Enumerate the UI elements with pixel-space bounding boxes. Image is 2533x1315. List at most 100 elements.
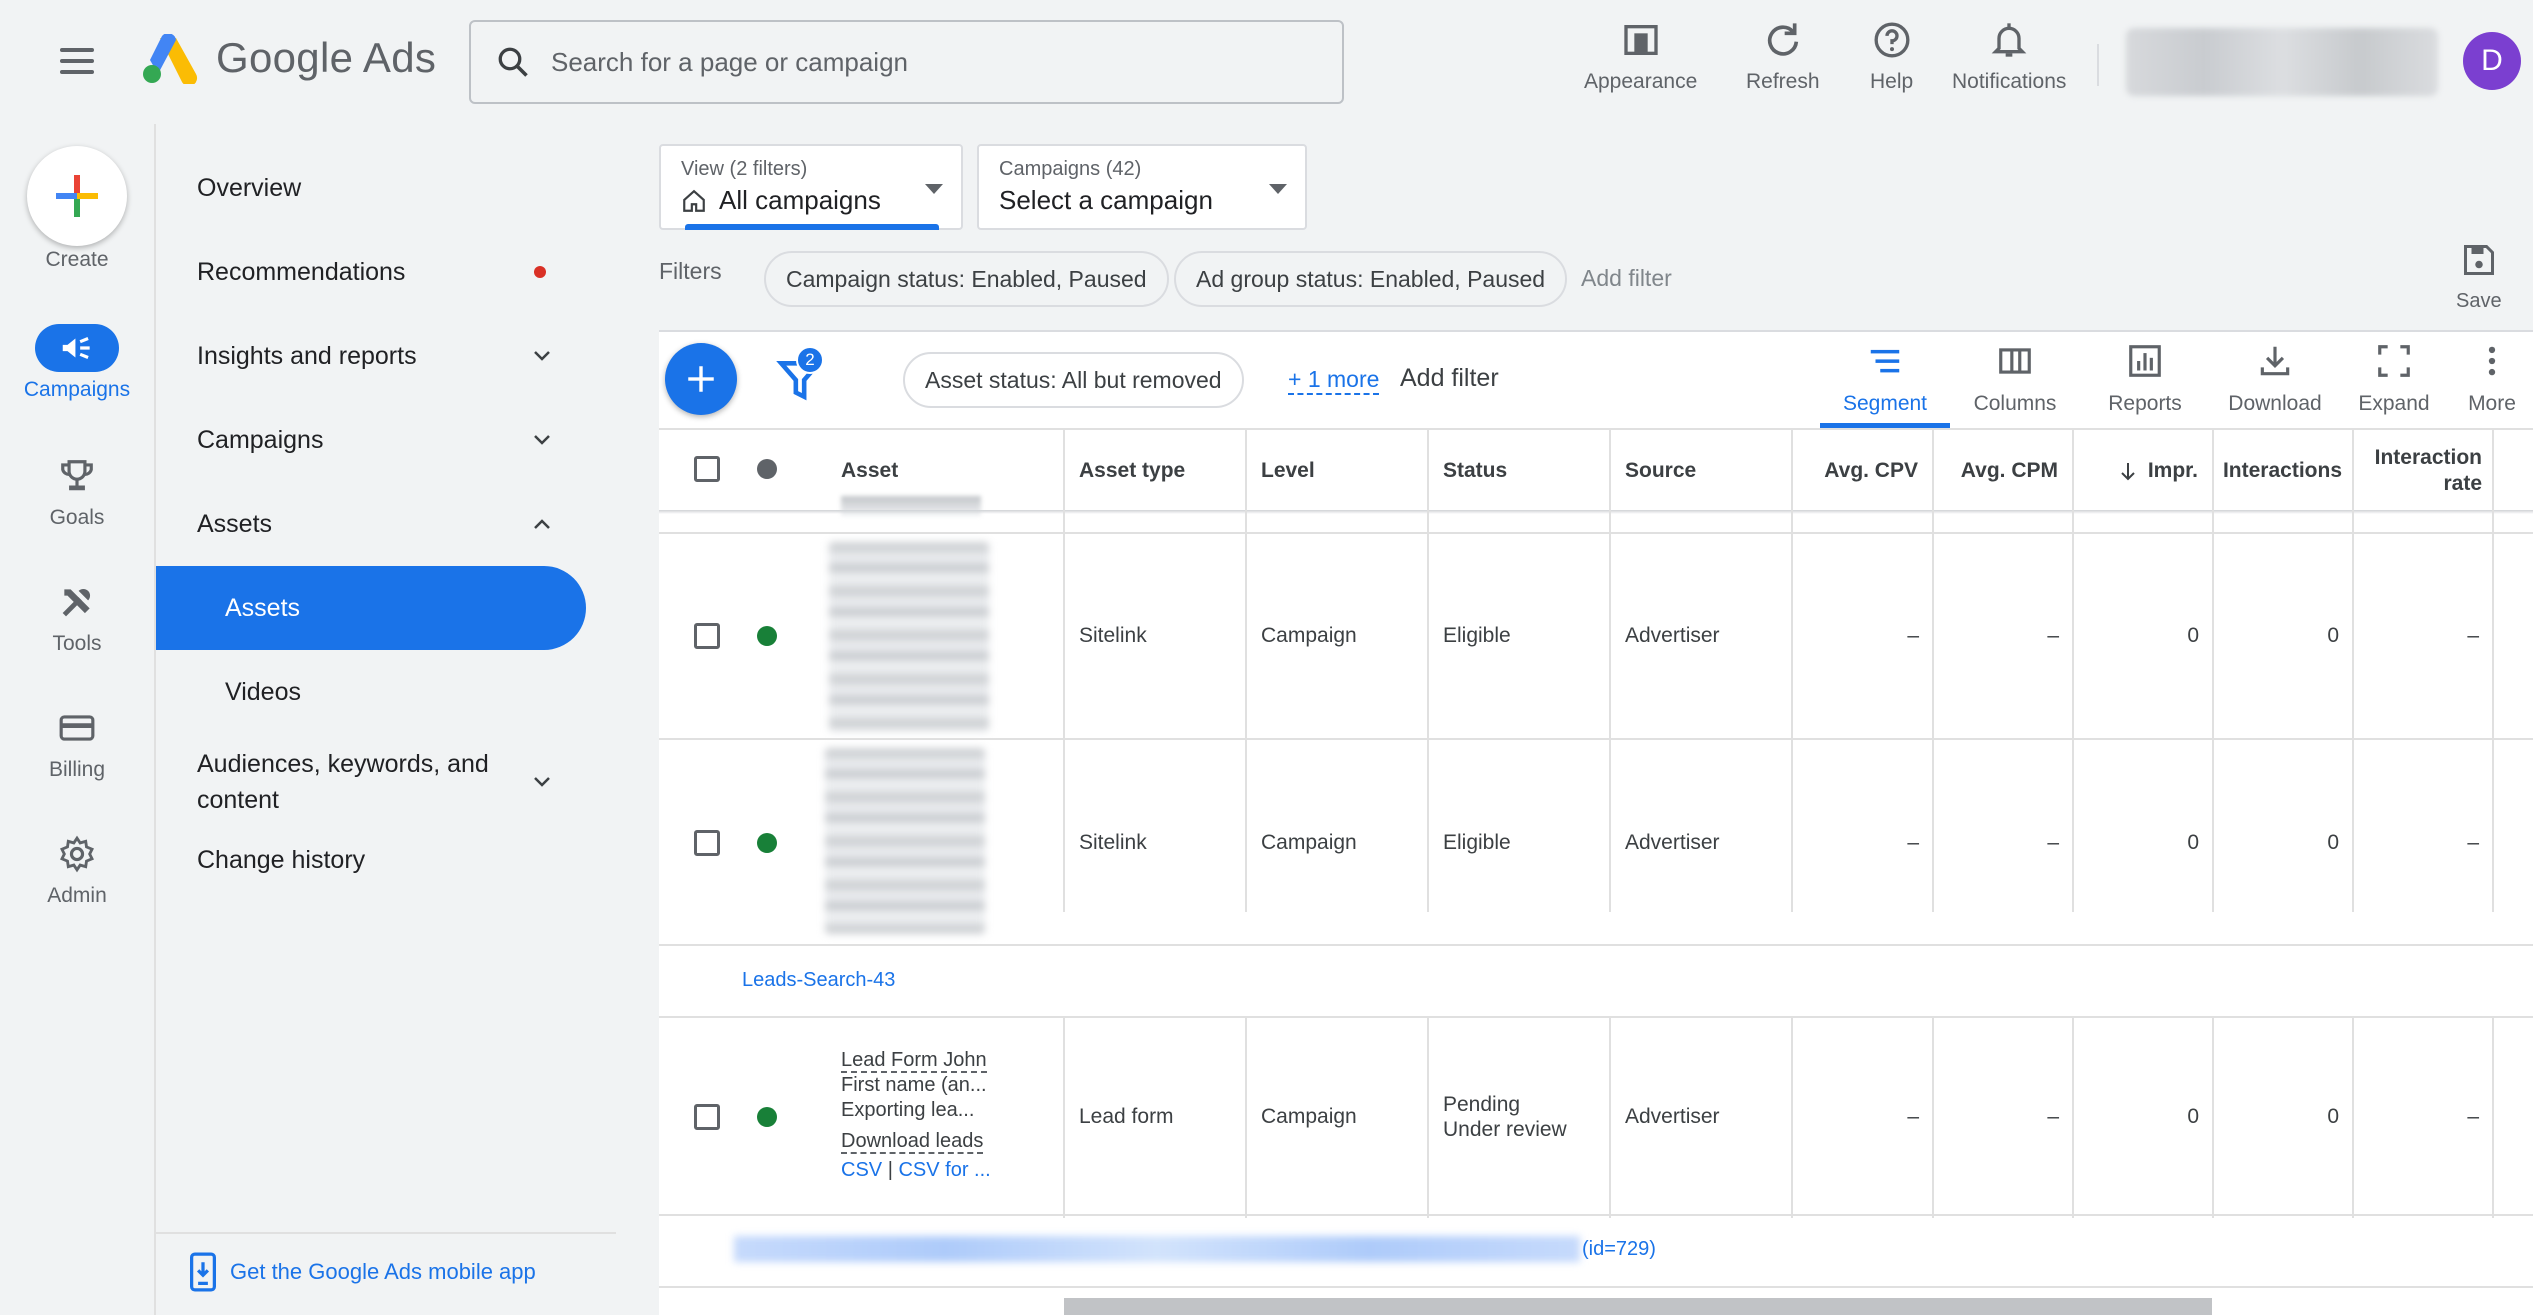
rail-admin[interactable]: Admin xyxy=(0,830,154,908)
table-row[interactable]: Sitelink Campaign Eligible Advertiser – … xyxy=(659,534,2533,738)
rail-campaigns[interactable]: Campaigns xyxy=(0,324,154,402)
row-checkbox[interactable] xyxy=(694,830,720,856)
cell-interaction-rate: – xyxy=(2467,831,2479,854)
more-button[interactable]: More xyxy=(2442,342,2533,416)
campaign-link-blurred[interactable] xyxy=(734,1236,1580,1262)
mobile-download-icon xyxy=(190,1252,216,1292)
cell-interactions: 0 xyxy=(2327,624,2339,647)
notifications-button[interactable]: Notifications xyxy=(1952,14,2066,94)
reports-label: Reports xyxy=(2108,392,2182,415)
reports-button[interactable]: Reports xyxy=(2080,342,2210,416)
table-row[interactable]: Lead Form John First name (an... Exporti… xyxy=(659,1018,2533,1214)
filter-chip-campaign-status[interactable]: Campaign status: Enabled, Paused xyxy=(764,251,1169,307)
campaign-group-link[interactable]: Leads-Search-43 xyxy=(742,969,895,992)
save-button[interactable]: Save xyxy=(2456,242,2502,313)
col-interaction-rate[interactable]: Interaction rate xyxy=(2356,430,2482,512)
download-button[interactable]: Download xyxy=(2200,342,2350,416)
view-dropdown[interactable]: View (2 filters) All campaigns xyxy=(659,144,963,230)
cell-avg-cpv: – xyxy=(1907,831,1919,854)
help-label: Help xyxy=(1870,70,1914,93)
horizontal-scrollbar[interactable] xyxy=(1064,1298,2212,1315)
add-filter-link[interactable]: Add filter xyxy=(1581,265,1672,292)
col-avg-cpv[interactable]: Avg. CPV xyxy=(1794,430,1918,512)
nav-audiences[interactable]: Audiences, keywords, and content xyxy=(156,734,586,830)
appearance-button[interactable]: Appearance xyxy=(1584,14,1697,94)
col-impr[interactable]: Impr. xyxy=(2080,430,2198,512)
brand-name: Google Ads xyxy=(216,34,437,81)
cell-source: Advertiser xyxy=(1625,1105,1720,1128)
caret-down-icon xyxy=(925,184,943,194)
col-interactions[interactable]: Interactions xyxy=(2218,430,2342,512)
create-button[interactable] xyxy=(27,146,127,246)
help-button[interactable]: Help xyxy=(1870,14,1913,94)
nav-videos[interactable]: Videos xyxy=(156,650,586,734)
lead-form-name[interactable]: Lead Form John xyxy=(841,1049,987,1073)
search-input[interactable] xyxy=(551,46,1311,78)
chip-label: Asset status: All but removed xyxy=(925,366,1222,393)
chevron-down-icon xyxy=(534,435,550,445)
asset-preview-blurred[interactable] xyxy=(829,542,989,732)
campaign-dropdown[interactable]: Campaigns (42) Select a campaign xyxy=(977,144,1307,230)
notifications-label: Notifications xyxy=(1952,70,2067,93)
reports-icon xyxy=(2129,345,2161,377)
columns-icon xyxy=(1999,348,2031,374)
refresh-button[interactable]: Refresh xyxy=(1746,14,1820,94)
status-enabled-dot xyxy=(757,1107,777,1127)
filter-chip-asset-status[interactable]: Asset status: All but removed xyxy=(903,352,1244,408)
row-checkbox[interactable] xyxy=(694,623,720,649)
download-leads-link[interactable]: Download leads xyxy=(841,1130,984,1154)
save-icon xyxy=(2463,245,2494,275)
mobile-app-link[interactable]: Get the Google Ads mobile app xyxy=(190,1252,536,1292)
expand-icon xyxy=(2378,345,2410,377)
more-label: More xyxy=(2468,392,2516,415)
add-asset-button[interactable] xyxy=(665,343,737,415)
filter-count-badge: 2 xyxy=(796,346,824,374)
campaigns-icon-pill xyxy=(35,324,119,372)
col-source[interactable]: Source xyxy=(1625,430,1785,512)
nav-campaigns[interactable]: Campaigns xyxy=(156,398,586,482)
segment-button[interactable]: Segment xyxy=(1820,342,1950,428)
csv-link[interactable]: CSV xyxy=(841,1159,882,1181)
col-status[interactable]: Status xyxy=(1443,430,1603,512)
goals-icon-wrap xyxy=(35,452,119,500)
cell-interactions: 0 xyxy=(2327,1105,2339,1128)
row-divider xyxy=(659,1286,2533,1288)
chevron-down-icon xyxy=(534,777,550,787)
nav-assets[interactable]: Assets xyxy=(156,482,586,566)
search-box[interactable] xyxy=(469,20,1344,104)
col-asset-type[interactable]: Asset type xyxy=(1079,430,1239,512)
cell-impr: 0 xyxy=(2187,624,2199,647)
columns-button[interactable]: Columns xyxy=(1950,342,2080,416)
chip-label: Ad group status: Enabled, Paused xyxy=(1196,265,1546,292)
account-info[interactable] xyxy=(2126,28,2438,96)
nav-recommendations[interactable]: Recommendations xyxy=(156,230,586,314)
row-checkbox[interactable] xyxy=(694,1104,720,1130)
cell-impr: 0 xyxy=(2187,1105,2199,1128)
rail-billing[interactable]: Billing xyxy=(0,704,154,782)
status-column-dot xyxy=(757,459,777,479)
filter-chip-adgroup-status[interactable]: Ad group status: Enabled, Paused xyxy=(1174,251,1568,307)
plus-icon xyxy=(56,175,98,217)
table-add-filter[interactable]: Add filter xyxy=(1400,364,1499,393)
rail-tools[interactable]: Tools xyxy=(0,578,154,656)
table-row[interactable]: Sitelink Campaign Eligible Advertiser – … xyxy=(659,740,2533,944)
rail-goals[interactable]: Goals xyxy=(0,452,154,530)
col-avg-cpm[interactable]: Avg. CPM xyxy=(1934,430,2058,512)
refresh-label: Refresh xyxy=(1746,70,1820,93)
home-icon xyxy=(683,189,705,212)
save-label: Save xyxy=(2456,290,2502,312)
select-all-checkbox[interactable] xyxy=(694,456,720,482)
asset-preview-blurred[interactable] xyxy=(825,748,985,934)
nav-change-history[interactable]: Change history xyxy=(156,818,586,902)
cell-source: Advertiser xyxy=(1625,624,1720,647)
nav-insights[interactable]: Insights and reports xyxy=(156,314,586,398)
nav-assets-sub[interactable]: Assets xyxy=(156,566,586,650)
expand-button[interactable]: Expand xyxy=(2334,342,2454,416)
more-vert-icon xyxy=(2488,346,2496,376)
col-level[interactable]: Level xyxy=(1261,430,1421,512)
more-filters-link[interactable]: + 1 more xyxy=(1288,366,1380,395)
avatar[interactable]: D xyxy=(2463,32,2521,90)
main-menu-button[interactable] xyxy=(60,48,94,74)
csv-for-link[interactable]: CSV for ... xyxy=(898,1159,990,1181)
nav-overview[interactable]: Overview xyxy=(156,146,586,230)
